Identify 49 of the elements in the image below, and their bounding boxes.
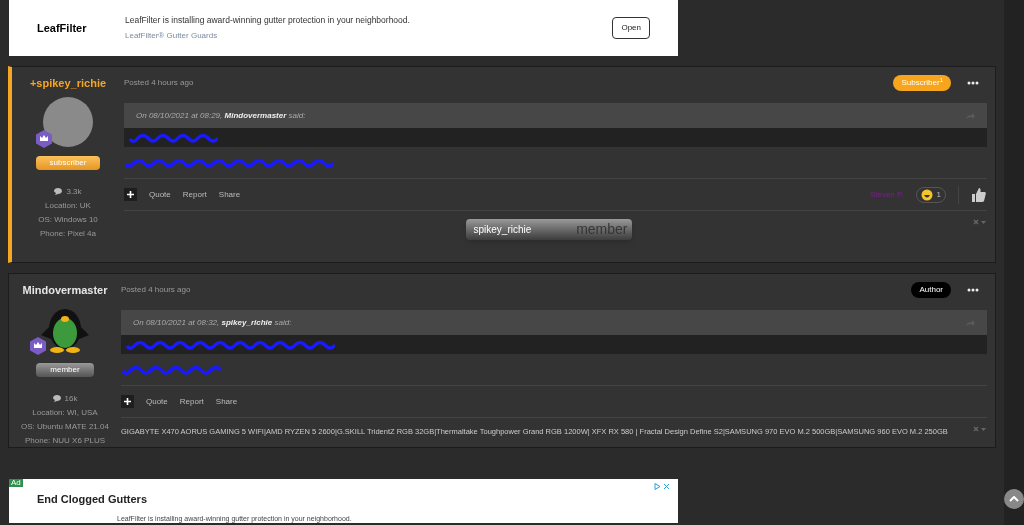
- post-action-link[interactable]: Quote: [146, 395, 168, 408]
- author-name[interactable]: Mindovermaster: [22, 282, 108, 299]
- rank-label: member: [36, 362, 94, 377]
- role-badge: Author: [911, 282, 951, 298]
- scroll-to-top-button[interactable]: [1004, 489, 1024, 509]
- profile-field: Location: UK: [45, 199, 91, 212]
- more-options-icon[interactable]: [967, 81, 979, 85]
- profile-field: Phone: Pixel 4a: [39, 227, 96, 240]
- open-button[interactable]: Open: [612, 17, 650, 39]
- post-count: 16k: [64, 392, 78, 405]
- profile-field: Location: WI, USA: [32, 406, 98, 419]
- plus-icon: [124, 398, 131, 405]
- post-time: Posted 4 hours ago: [124, 77, 194, 89]
- post-action-link[interactable]: Share: [218, 188, 241, 201]
- userbar-watermark: member: [576, 220, 628, 239]
- plus-icon: [127, 191, 134, 198]
- post-count: 3.3k: [66, 185, 82, 198]
- profile-field: OS: Windows 10: [38, 213, 98, 226]
- ad-title: End Clogged Gutters: [37, 492, 148, 507]
- multiquote-button[interactable]: [121, 395, 134, 408]
- laughing-face-icon: [920, 188, 933, 201]
- reaction-count: 1: [936, 188, 941, 201]
- profile-field: OS: Ubuntu MATE 21.04: [21, 420, 109, 433]
- rank-label: subscriber: [35, 155, 101, 170]
- post-action-link[interactable]: Report: [179, 395, 204, 408]
- chevron-up-icon: [1009, 496, 1019, 502]
- crown-badge-icon: [35, 129, 53, 148]
- author-name[interactable]: +spikey_richie: [29, 75, 107, 92]
- more-options-icon[interactable]: [967, 288, 979, 292]
- role-badge: Subscriber$^{1}$: [893, 75, 951, 91]
- speech-bubble-icon: [54, 188, 63, 195]
- ad-choices-icon[interactable]: [654, 483, 670, 490]
- advertiser-logo: LeafFilter: [37, 20, 88, 36]
- speech-bubble-icon: [52, 395, 61, 402]
- quote-attribution: On 08/10/2021 at 08:29, Mindovermaster said:: [136, 109, 306, 122]
- post-time: Posted 4 hours ago: [121, 284, 191, 296]
- quote-attribution: On 08/10/2021 at 08:32, spikey_richie said:: [133, 316, 292, 329]
- post-action-link[interactable]: Report: [182, 188, 207, 201]
- post-action-link[interactable]: Quote: [149, 188, 171, 201]
- profile-field: Phone: NUU X6 PLUS: [24, 434, 105, 447]
- ad-headline: LeafFilter is installing award-winning gutter protection in your neighborhood.: [125, 13, 411, 27]
- crown-badge-icon: [29, 336, 47, 355]
- ad-advertiser: LeafFilter® Gutter Guards: [125, 30, 219, 43]
- multiquote-button[interactable]: [124, 188, 137, 201]
- photo-placeholder: [43, 96, 93, 147]
- thumbs-up-icon[interactable]: [971, 186, 987, 203]
- ad-label: Ad: [9, 479, 23, 487]
- post-action-link[interactable]: Share: [215, 395, 238, 408]
- userbar-name: spikey_richie: [473, 223, 532, 237]
